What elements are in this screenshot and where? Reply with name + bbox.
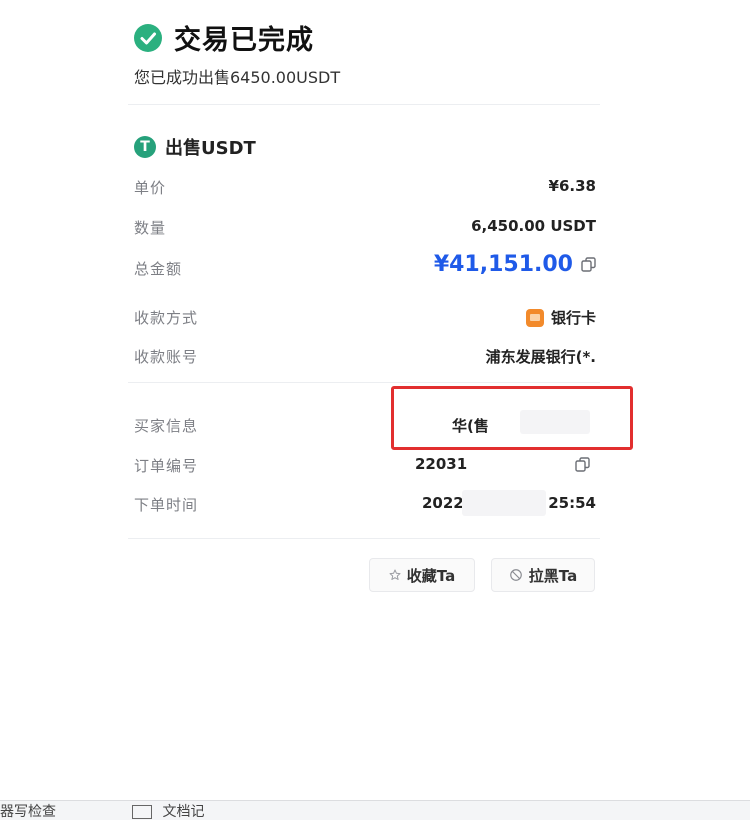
payment-method-text: 银行卡: [550, 309, 596, 327]
blur-mask: [462, 490, 546, 516]
divider: [128, 538, 600, 539]
total-label: 总金额: [134, 260, 183, 278]
order-complete-page: 交易已完成 您已成功出售6450.00USDT T 出售USDT 单价 ¥6.3…: [0, 0, 750, 821]
document-icon: [132, 805, 152, 819]
buyer-label: 买家信息: [134, 417, 199, 435]
redaction-highlight-box: [391, 386, 633, 450]
divider: [128, 104, 600, 105]
order-no-label: 订单编号: [134, 457, 199, 475]
row-quantity: 数量 6,450.00 USDT: [134, 217, 596, 243]
row-account: 收款账号 浦东发展银行(*.: [134, 346, 596, 372]
blur-mask: [520, 410, 590, 434]
page-title: 交易已完成: [174, 25, 314, 56]
unit-price-value: ¥6.38: [548, 177, 596, 195]
sell-section-title: T 出售USDT: [134, 134, 256, 160]
payment-method-label: 收款方式: [134, 309, 199, 327]
row-total: 总金额 ¥41,151.00: [134, 252, 596, 284]
quantity-value: 6,450.00 USDT: [471, 217, 596, 235]
favorite-button[interactable]: 收藏Ta: [369, 558, 475, 592]
bottom-text-left: 器写检查: [0, 804, 56, 820]
block-button[interactable]: 拉黑Ta: [491, 558, 595, 592]
block-label: 拉黑Ta: [528, 566, 578, 585]
bottom-toolbar: [0, 800, 750, 820]
tether-icon: T: [134, 136, 156, 158]
payment-method-value: 银行卡: [525, 307, 596, 328]
copy-icon[interactable]: [581, 257, 596, 272]
sell-title: 出售USDT: [165, 138, 256, 159]
star-icon: [389, 569, 401, 580]
divider: [128, 382, 600, 383]
row-order-no: 订单编号 22031: [134, 455, 596, 481]
copy-icon[interactable]: [575, 457, 590, 472]
success-message: 您已成功出售6450.00USDT: [134, 68, 341, 87]
total-value: ¥41,151.00: [434, 252, 596, 277]
row-unit-price: 单价 ¥6.38: [134, 177, 596, 203]
status-header: 交易已完成: [134, 18, 314, 57]
account-label: 收款账号: [134, 348, 199, 366]
unit-price-label: 单价: [134, 179, 167, 197]
account-value: 浦东发展银行(*.: [485, 348, 596, 366]
favorite-label: 收藏Ta: [406, 566, 456, 585]
check-circle-icon: [134, 23, 162, 52]
order-time-prefix: 2022: [422, 494, 464, 512]
total-amount: ¥41,151.00: [433, 252, 573, 277]
bank-card-icon: [525, 308, 544, 327]
order-time-suffix: 25:54: [548, 494, 596, 512]
quantity-label: 数量: [134, 219, 167, 237]
row-payment-method: 收款方式 银行卡: [134, 307, 596, 333]
order-time-label: 下单时间: [134, 496, 199, 514]
order-no-value: 22031: [415, 455, 468, 473]
bottom-text-middle: 文档记: [132, 801, 204, 821]
block-icon: [509, 569, 522, 581]
